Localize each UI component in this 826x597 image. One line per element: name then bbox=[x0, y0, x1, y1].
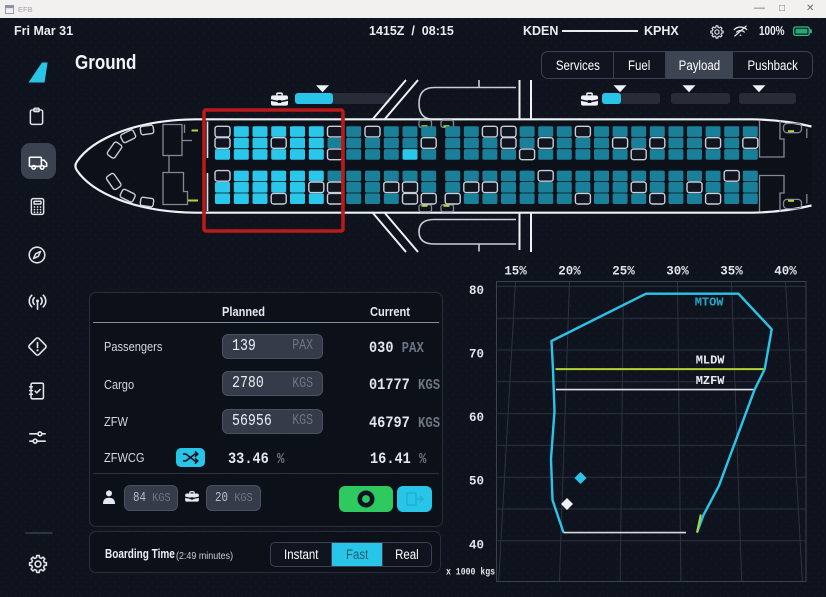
svg-text:MLDW: MLDW bbox=[696, 354, 726, 368]
svg-text:MZFW: MZFW bbox=[696, 374, 726, 388]
svg-text:30%: 30% bbox=[666, 265, 689, 279]
svg-text:40: 40 bbox=[469, 538, 484, 552]
svg-text:40%: 40% bbox=[774, 265, 797, 279]
svg-text:25%: 25% bbox=[612, 265, 635, 279]
svg-text:35%: 35% bbox=[720, 265, 743, 279]
svg-text:60: 60 bbox=[469, 411, 484, 425]
svg-text:50: 50 bbox=[469, 475, 484, 489]
svg-text:80: 80 bbox=[469, 284, 484, 298]
svg-text:70: 70 bbox=[469, 348, 484, 362]
svg-text:x 1000 kgs: x 1000 kgs bbox=[446, 566, 495, 578]
svg-text:MTOW: MTOW bbox=[695, 296, 725, 310]
svg-text:20%: 20% bbox=[558, 265, 581, 279]
svg-text:15%: 15% bbox=[504, 265, 527, 279]
